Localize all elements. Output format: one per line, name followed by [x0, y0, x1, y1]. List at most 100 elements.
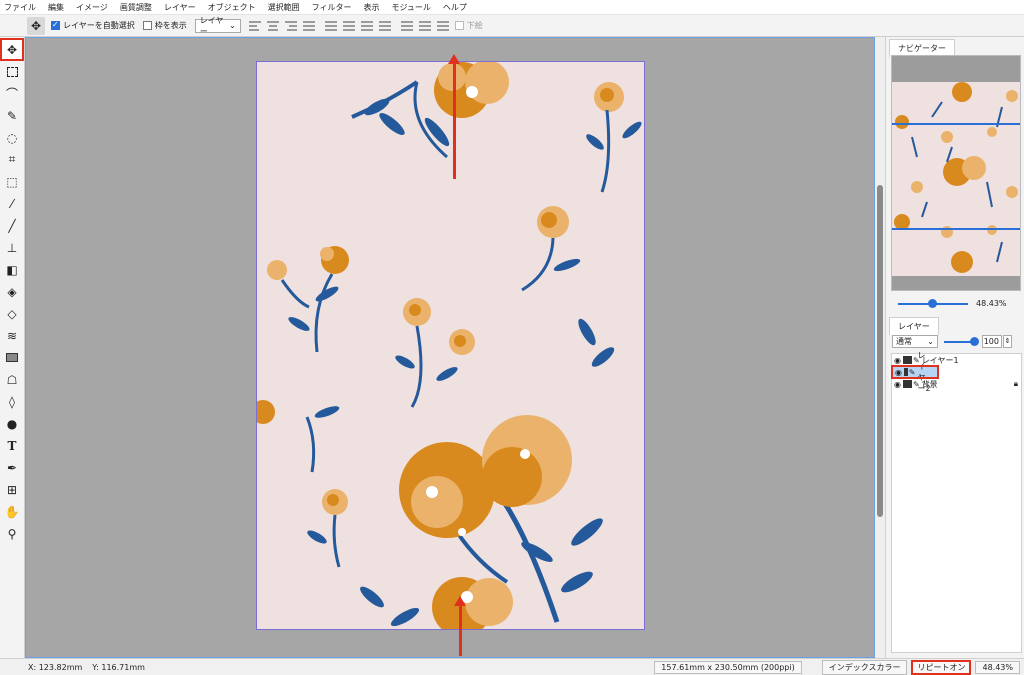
align-center-icon[interactable]: [266, 20, 279, 31]
auto-select-check-icon[interactable]: [51, 20, 60, 30]
up-arrow-top-head: [448, 54, 460, 64]
target-select-value: レイヤー: [199, 15, 224, 36]
distribute-center-icon[interactable]: [342, 20, 355, 31]
lasso-tool-icon[interactable]: ⌒: [2, 84, 22, 103]
gradient-tool-icon[interactable]: ≋: [2, 326, 22, 345]
show-frame-checkbox[interactable]: 枠を表示: [142, 20, 187, 31]
eye-icon[interactable]: ◉: [895, 368, 902, 377]
canvas-area[interactable]: [25, 37, 875, 658]
navigator-view-top: [892, 123, 1020, 125]
blur-tool-icon[interactable]: ●: [2, 414, 22, 433]
layer-thumbnail-icon: [903, 368, 908, 376]
document-canvas[interactable]: [256, 61, 645, 630]
layer-row-selected[interactable]: ◉ ✎ レイヤー2: [891, 351, 939, 393]
eraser-tool-icon[interactable]: ◧: [2, 260, 22, 279]
align-right-icon[interactable]: [284, 20, 297, 31]
bottom-check-icon[interactable]: [454, 21, 464, 30]
show-frame-check-icon[interactable]: [142, 21, 152, 30]
menu-item[interactable]: フィルター: [312, 2, 352, 13]
layer-thumbnail-icon: [902, 380, 912, 388]
menu-item[interactable]: オブジェクト: [208, 2, 256, 13]
vertical-scrollbar[interactable]: [875, 37, 885, 658]
align-bottom-icon[interactable]: [418, 20, 431, 31]
lock-icon: 🔒︎: [1013, 379, 1018, 388]
status-y: Y: 116.71mm: [92, 662, 145, 672]
opacity-stepper[interactable]: ⇕: [1003, 335, 1012, 348]
status-bar: X: 123.82mm Y: 116.71mm 157.61mm x 230.5…: [0, 658, 1024, 675]
fill-tool-icon[interactable]: ◈: [2, 282, 22, 301]
opacity-slider[interactable]: [944, 336, 979, 346]
marquee-tool-icon[interactable]: [2, 62, 22, 81]
up-arrow-top: [453, 64, 456, 179]
magic-wand-tool-icon[interactable]: ✎: [2, 106, 22, 125]
eyedropper-tool-icon[interactable]: ⁄: [2, 194, 22, 213]
eye-icon[interactable]: ◉: [894, 380, 901, 389]
eye-icon[interactable]: ◉: [894, 356, 901, 365]
navigator-thumbnail: [892, 82, 1020, 276]
bottom-checkbox[interactable]: 下絵: [454, 20, 483, 31]
layer-controls: 通常 ⌄ 100 ⇕: [892, 335, 1020, 348]
zoom-slider[interactable]: [898, 298, 968, 308]
align-left-icon[interactable]: [248, 20, 261, 31]
chevron-down-icon: ⌄: [927, 337, 934, 346]
move-tool-icon[interactable]: ✥: [0, 38, 24, 61]
up-arrow-bottom-head: [454, 596, 466, 606]
menu-item[interactable]: イメージ: [76, 2, 108, 13]
smudge-tool-icon[interactable]: ☖: [2, 370, 22, 389]
brush-tool-icon[interactable]: ╱: [2, 216, 22, 235]
scrollbar-thumb[interactable]: [877, 185, 883, 517]
transform-tool-icon[interactable]: ⬚: [2, 172, 22, 191]
navigator-pattern: [894, 82, 1018, 273]
drop-tool-icon[interactable]: ◊: [2, 392, 22, 411]
auto-select-checkbox[interactable]: レイヤーを自動選択: [51, 20, 135, 31]
menu-item[interactable]: 編集: [48, 2, 64, 13]
distribute-right-icon[interactable]: [360, 20, 373, 31]
repeat-toggle-button[interactable]: リピートオン: [911, 659, 972, 675]
menu-item[interactable]: ファイル: [4, 2, 36, 13]
hand-tool-icon[interactable]: ✋: [2, 502, 22, 521]
crop-tool-icon[interactable]: ⌗: [2, 150, 22, 169]
text-tool-icon[interactable]: T: [2, 436, 22, 455]
paint-bucket-tool-icon[interactable]: ◇: [2, 304, 22, 323]
layer-row[interactable]: ◉ ✎ 背景 🔒︎: [892, 378, 1021, 390]
menu-item[interactable]: モジュール: [391, 2, 430, 13]
status-color-mode[interactable]: インデックスカラー: [821, 659, 908, 675]
tab-layers[interactable]: レイヤー: [889, 317, 939, 335]
menu-item[interactable]: 画質調整: [120, 2, 152, 13]
show-frame-label: 枠を表示: [154, 21, 187, 30]
layers-list: ◉ ✎ レイヤー1 ◉ ✎ レイヤー2 ◉ ✎ 背景 🔒︎: [891, 351, 1022, 653]
zoom-tool-icon[interactable]: ⚲: [2, 524, 22, 543]
quick-select-tool-icon[interactable]: ◌: [2, 128, 22, 147]
zoom-value: 48.43%: [976, 299, 1007, 308]
status-x: X: 123.82mm: [28, 662, 83, 672]
distribute-vertical-icon[interactable]: [378, 20, 391, 31]
menu-item[interactable]: ヘルプ: [443, 2, 467, 13]
align-top-icon[interactable]: [302, 20, 315, 31]
pencil-icon: ✎: [912, 379, 920, 389]
zoom-slider-knob[interactable]: [928, 298, 937, 308]
stamp-tool-icon[interactable]: ⊥: [2, 238, 22, 257]
right-panels: ナビゲーター 48.43% レイヤー 通常 ⌄ 100 ⇕ ◉ ✎ レイヤー1 …: [885, 37, 1024, 658]
menu-item[interactable]: 表示: [363, 2, 379, 13]
opacity-slider-knob[interactable]: [970, 336, 979, 346]
menu-item[interactable]: レイヤー: [164, 2, 196, 13]
auto-select-label: レイヤーを自動選択: [63, 21, 135, 30]
pen-tool-icon[interactable]: ✒: [2, 458, 22, 477]
grid-tool-icon[interactable]: ⊞: [2, 480, 22, 499]
rectangle-tool-icon[interactable]: [2, 348, 22, 367]
align-baseline-icon[interactable]: [436, 20, 449, 31]
status-doc-size: 157.61mm x 230.50mm (200ppi): [654, 660, 802, 674]
layer-row[interactable]: ◉ ✎ レイヤー1: [892, 354, 1021, 366]
menu-bar: ファイル 編集 イメージ 画質調整 レイヤー オブジェクト 選択範囲 フィルター 表示 モジュール…: [0, 0, 1024, 15]
move-option-icon[interactable]: ✥: [27, 16, 45, 35]
blend-mode-select[interactable]: 通常 ⌄: [892, 335, 938, 348]
menu-item[interactable]: 選択範囲: [268, 2, 300, 13]
tool-bar: ✥ ⌒ ✎ ◌ ⌗ ⬚ ⁄ ╱ ⊥ ◧ ◈ ◇ ≋ ☖ ◊ ● T ✒ ⊞ ✋ …: [0, 37, 25, 658]
navigator-preview[interactable]: [891, 55, 1021, 291]
distribute-left-icon[interactable]: [324, 20, 337, 31]
blend-mode-value: 通常: [896, 337, 912, 346]
opacity-input[interactable]: 100: [982, 335, 1002, 348]
navigator-view-bottom: [892, 228, 1020, 230]
target-select[interactable]: レイヤー ⌄: [194, 16, 241, 36]
align-middle-icon[interactable]: [400, 20, 413, 31]
